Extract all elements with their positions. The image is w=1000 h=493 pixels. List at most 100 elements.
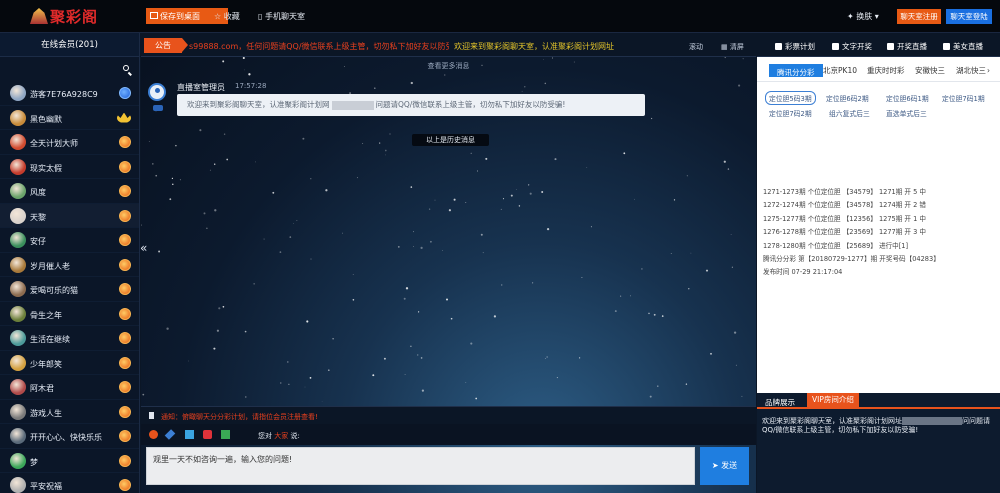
star	[293, 223, 294, 224]
member-item[interactable]: 梦	[0, 449, 139, 473]
plan-option[interactable]: 直选单式后三	[886, 108, 927, 118]
tab-lottery-plan[interactable]: 彩票计划	[775, 41, 815, 52]
plan-option[interactable]: 组六复式后三	[829, 108, 870, 118]
member-item[interactable]: 风度	[0, 179, 139, 204]
collapse-sidebar-icon[interactable]: «	[141, 241, 147, 255]
star	[724, 57, 726, 59]
star	[199, 129, 202, 132]
star	[404, 374, 406, 376]
plan-option[interactable]: 定位胆7码1期	[942, 93, 985, 103]
tab-draw-live[interactable]: 开奖直播	[887, 41, 927, 52]
avatar	[10, 379, 26, 395]
star	[529, 192, 532, 195]
star	[352, 274, 354, 275]
tabs-next-icon[interactable]: ›	[987, 64, 990, 77]
view-more-link[interactable]: 查看更多消息	[141, 61, 756, 71]
star	[465, 382, 467, 383]
member-item[interactable]: 阿木君	[0, 375, 139, 400]
member-item[interactable]: 开开心心、快快乐乐	[0, 424, 139, 449]
member-item[interactable]: 骨生之年	[0, 302, 139, 326]
top-bar: 聚彩阁 保存到桌面 ☆ 收藏 ▯ 手机聊天室 ✦ 换肤 ▾ 聊天室注册 聊天室登…	[0, 0, 1000, 33]
favorite-link[interactable]: ☆ 收藏	[214, 11, 240, 22]
plan-option[interactable]: 定位胆5码3期	[765, 91, 816, 105]
chat-input[interactable]: 观里一天不如咨询一遍，输入您的问题!	[146, 447, 695, 485]
recipient-selector[interactable]: 您对 大家 说:	[258, 431, 300, 441]
star	[214, 163, 216, 165]
star	[738, 84, 741, 87]
star	[476, 170, 478, 172]
avatar	[10, 134, 26, 150]
send-button[interactable]: ➤ 发送	[700, 447, 749, 485]
plan-option[interactable]: 定位胆6码2期	[826, 93, 869, 103]
tab-hubei-k3[interactable]: 湖北快三	[956, 64, 986, 77]
star	[705, 269, 709, 272]
tab-beauty-live[interactable]: 美女直播	[943, 41, 983, 52]
star	[222, 305, 225, 308]
star	[255, 161, 256, 163]
tab-anhui-k3[interactable]: 安徽快三	[915, 64, 945, 77]
tab-text-results[interactable]: 文字开奖	[832, 41, 872, 52]
list-icon	[832, 43, 839, 50]
star	[470, 152, 472, 154]
tab-tencent-ffc[interactable]: 腾讯分分彩	[768, 63, 824, 78]
trash-icon: ▦	[721, 43, 728, 51]
member-item[interactable]: 岁月催人老	[0, 253, 139, 277]
site-logo[interactable]: 聚彩阁	[30, 4, 110, 28]
star	[528, 184, 530, 186]
member-item[interactable]: 生活在继续	[0, 326, 139, 351]
member-item[interactable]: 少年郎笑	[0, 351, 139, 375]
star	[614, 310, 617, 313]
star	[434, 199, 436, 201]
star	[649, 395, 652, 398]
message-time: 17:57:28	[235, 82, 267, 90]
star	[578, 357, 581, 359]
plan-option[interactable]: 定位胆7码2期	[769, 108, 812, 118]
member-name: 少年郎笑	[30, 359, 62, 369]
member-item[interactable]: 全天计划大师	[0, 130, 139, 155]
member-item[interactable]: 黑色幽默	[0, 106, 139, 130]
star	[581, 276, 583, 279]
member-item[interactable]: 安仔	[0, 228, 139, 253]
member-item[interactable]: 游客7E76A928C9	[0, 81, 139, 106]
register-button[interactable]: 聊天室注册	[897, 9, 941, 24]
star	[648, 312, 650, 315]
star	[741, 395, 743, 397]
gift-icon[interactable]	[203, 430, 212, 439]
mobile-chat-link[interactable]: ▯ 手机聊天室	[258, 11, 305, 22]
star	[630, 295, 631, 297]
member-item[interactable]: 天黎	[0, 203, 139, 228]
member-name: 岁月催人老	[30, 261, 70, 271]
member-search[interactable]	[0, 57, 139, 81]
member-item[interactable]: 平安祝福	[0, 473, 139, 493]
tab-brand-show[interactable]: 品牌展示	[765, 397, 795, 408]
image-icon[interactable]	[221, 430, 230, 439]
history-divider: 以上是历史消息	[412, 134, 489, 146]
search-icon[interactable]	[123, 65, 129, 71]
brand-panel: 品牌展示 VIP房间介绍 欢迎来到聚彩阁聊天室，认准聚彩阁计划网址 问问题请QQ/…	[757, 393, 1000, 493]
member-name: 平安祝福	[30, 482, 62, 491]
tab-vip-room[interactable]: VIP房间介绍	[807, 393, 859, 407]
star	[723, 160, 726, 163]
star	[383, 357, 386, 360]
skin-dropdown[interactable]: ✦ 换肤 ▾	[847, 11, 879, 22]
member-item[interactable]: 游戏人生	[0, 400, 139, 424]
star	[518, 205, 521, 207]
star	[410, 186, 413, 188]
member-item[interactable]: 爱喝可乐的猫	[0, 277, 139, 302]
tab-chongqing-ssc[interactable]: 重庆时时彩	[867, 64, 905, 77]
star	[448, 209, 451, 212]
clear-screen-button[interactable]: ▦ 清屏	[721, 42, 744, 52]
magic-icon[interactable]	[164, 429, 176, 440]
result-line: 1276-1278期 个位定位胆 【23569】 1277期 开 3 中	[763, 228, 926, 237]
message-sender[interactable]: 直播室管理员	[177, 82, 225, 93]
emoji-icon[interactable]	[149, 430, 158, 439]
member-item[interactable]: 现实太假	[0, 155, 139, 179]
admin-avatar[interactable]	[148, 83, 166, 101]
tab-beijing-pk10[interactable]: 北京PK10	[823, 64, 857, 77]
star	[279, 251, 282, 253]
scroll-toggle[interactable]: 滚动	[689, 42, 703, 52]
login-button[interactable]: 聊天室登陆	[946, 9, 992, 24]
plan-option[interactable]: 定位胆6码1期	[886, 93, 929, 103]
thumbs-up-icon[interactable]	[185, 430, 194, 439]
redacted-url	[331, 100, 374, 110]
